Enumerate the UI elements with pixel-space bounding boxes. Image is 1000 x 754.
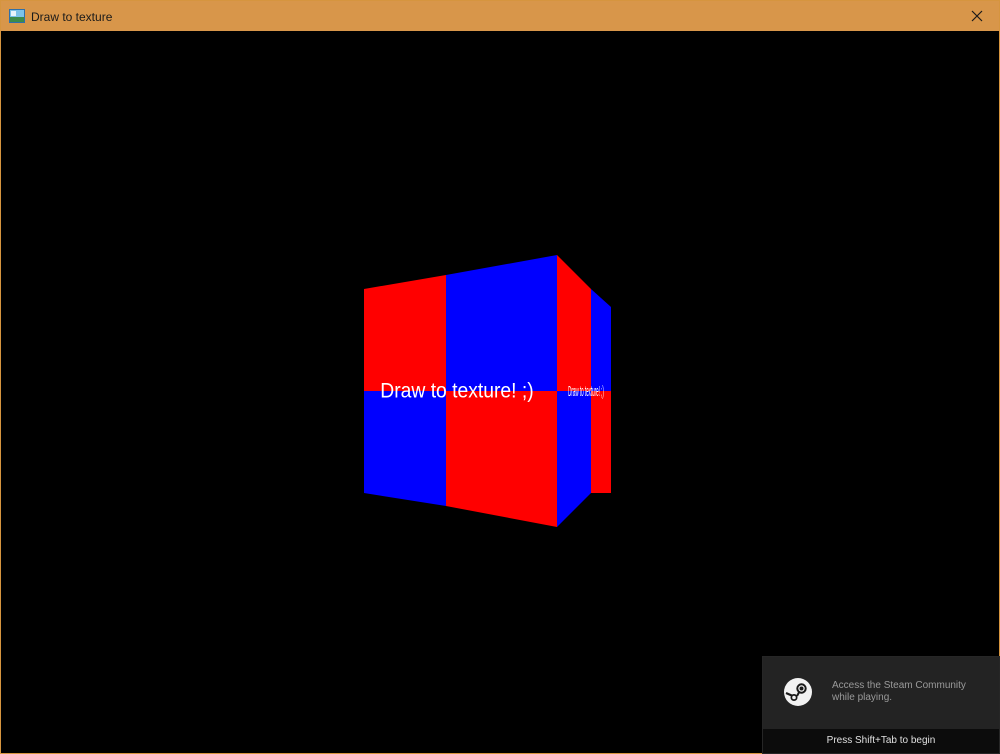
steam-logo-icon [784, 678, 812, 706]
side-quadrant-bottom-left [557, 391, 591, 527]
steam-overlay-hint: Press Shift+Tab to begin [763, 729, 999, 753]
side-quadrant-top-left [557, 255, 591, 391]
close-button[interactable] [955, 1, 999, 31]
steam-overlay-message-line2: while playing. [832, 692, 893, 703]
front-quadrant-top-right [446, 255, 557, 391]
cube-front-face: Draw to texture! ;) [364, 255, 557, 527]
front-face-text: Draw to texture! ;) [380, 380, 533, 403]
side-quadrant-top-right [591, 289, 611, 391]
title-bar[interactable]: Draw to texture [1, 1, 999, 31]
cube-side-face: Draw to texture! ;) [557, 255, 611, 527]
window-title: Draw to texture [31, 10, 113, 24]
steam-overlay-body: Access the Steam Community while playing… [763, 657, 999, 729]
front-quadrant-top-left [364, 275, 446, 391]
render-viewport[interactable]: Draw to texture! ;) Draw to texture! ;) [1, 31, 1000, 754]
app-icon [9, 9, 25, 23]
cube-scene: Draw to texture! ;) Draw to texture! ;) [364, 255, 611, 527]
side-quadrant-bottom-right [591, 391, 611, 493]
steam-overlay-notification[interactable]: Access the Steam Community while playing… [762, 656, 1000, 754]
side-face-text: Draw to texture! ;) [568, 384, 604, 400]
front-quadrant-bottom-right [446, 391, 557, 527]
close-icon [971, 10, 983, 22]
steam-overlay-message-line1: Access the Steam Community [832, 680, 966, 691]
app-window: Draw to texture Draw to texture! ;) Draw… [0, 0, 1000, 754]
front-quadrant-bottom-left [364, 391, 446, 506]
steam-overlay-message: Access the Steam Community while playing… [832, 680, 992, 704]
